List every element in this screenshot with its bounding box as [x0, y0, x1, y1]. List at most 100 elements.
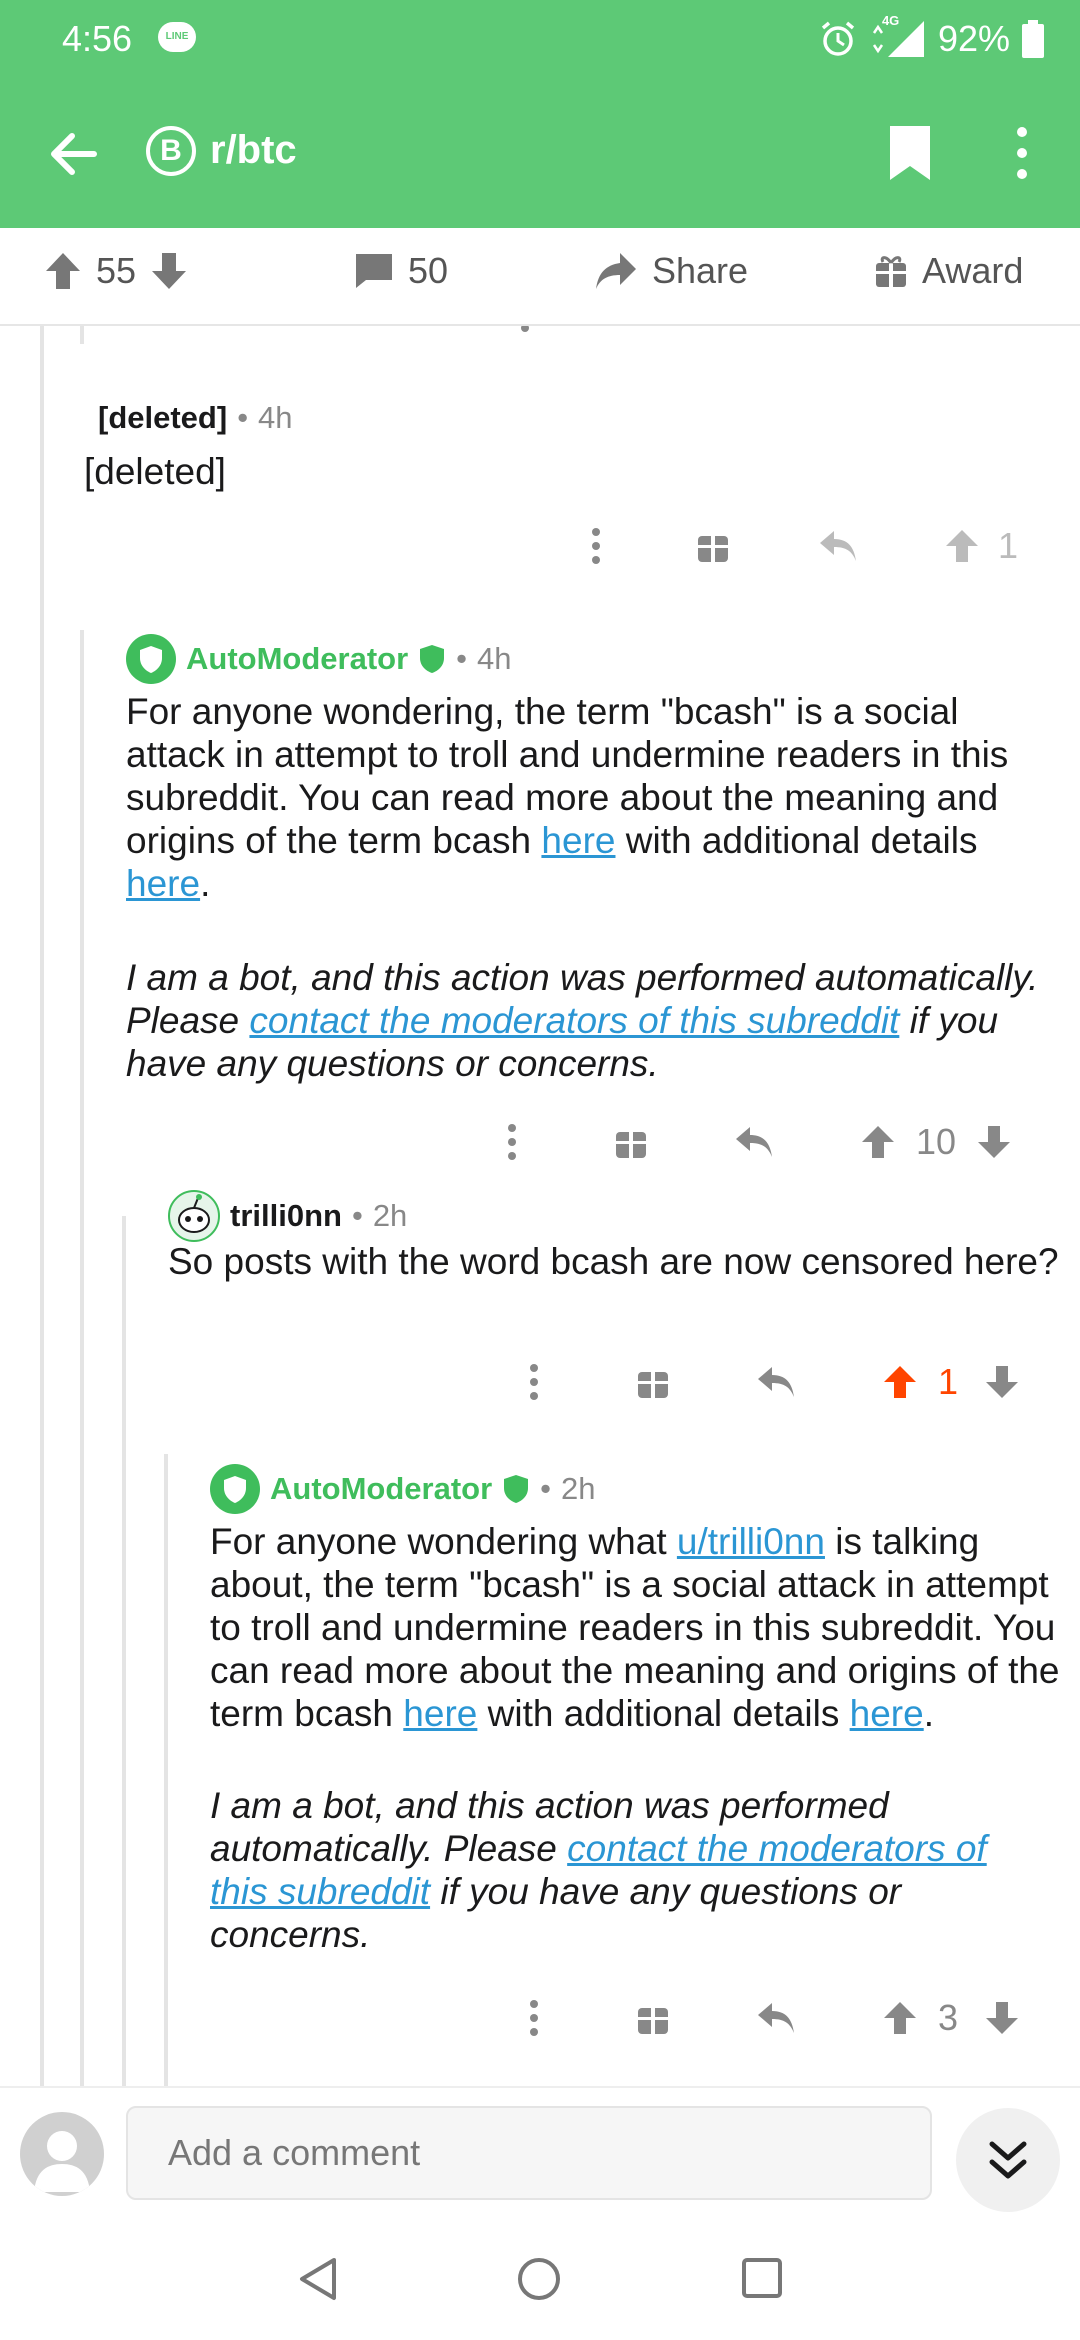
nav-recents-icon[interactable] — [740, 2256, 784, 2300]
upvote-arrow-icon[interactable] — [882, 2000, 918, 2036]
comments-button[interactable]: 50 — [354, 250, 448, 292]
more-options-icon[interactable] — [586, 524, 606, 568]
meta-separator: • — [351, 1198, 363, 1233]
body-text: . — [200, 863, 211, 904]
comment-score: 10 — [916, 1121, 957, 1162]
default-avatar-icon — [34, 2131, 90, 2192]
reply-icon[interactable] — [734, 1125, 774, 1159]
downvote-arrow-icon[interactable] — [984, 1364, 1020, 1400]
inline-link[interactable]: here — [541, 820, 615, 861]
comment-score: 1 — [938, 1361, 959, 1402]
comment-thread: [deleted] • 4h [deleted] 1 AutoModerator… — [0, 326, 1080, 2086]
comment-author[interactable]: [deleted] — [98, 400, 227, 436]
gift-icon[interactable] — [636, 1364, 670, 1400]
downvote-arrow-icon[interactable] — [976, 1124, 1012, 1160]
bot-disclaimer: I am a bot, and this action was performe… — [126, 956, 1056, 1085]
subreddit-name[interactable]: r/btc — [210, 128, 297, 173]
comment-meta: trilli0nn • 2h — [168, 1190, 407, 1242]
back-arrow-icon[interactable] — [44, 124, 104, 184]
comment-time: 4h — [258, 400, 293, 435]
body-text: with additional details — [477, 1693, 850, 1734]
gift-icon[interactable] — [696, 528, 730, 564]
next-comment-button[interactable] — [956, 2108, 1060, 2212]
contact-moderators-link[interactable]: contact the moderators of this subreddit — [249, 1000, 899, 1041]
gift-icon[interactable] — [636, 2000, 670, 2036]
comment-action-bar: 10 — [502, 1120, 1012, 1164]
share-button[interactable]: Share — [594, 250, 748, 292]
upvote-arrow-icon[interactable] — [44, 251, 82, 291]
post-vote-count: 55 — [96, 250, 137, 291]
prev-comment-actions — [520, 326, 530, 336]
inline-link[interactable]: here — [126, 863, 200, 904]
alarm-icon — [821, 21, 855, 56]
award-button[interactable]: Award — [874, 250, 1023, 292]
comment-body: [deleted] — [84, 451, 226, 492]
reply-icon[interactable] — [818, 529, 858, 563]
add-comment-bar: Add a comment — [0, 2086, 1080, 2218]
battery-percent: 92% — [937, 18, 1010, 59]
signal-icon: 4G — [870, 13, 926, 59]
user-mention-link[interactable]: u/trilli0nn — [677, 1521, 825, 1562]
more-options-icon[interactable] — [524, 1996, 544, 2040]
comment-body: For anyone wondering what u/trilli0nn is… — [210, 1520, 1070, 1735]
comment-action-bar: 3 — [524, 1996, 1020, 2040]
downvote-arrow-icon[interactable] — [150, 251, 188, 291]
comment-time: 4h — [477, 641, 512, 676]
body-text: For anyone wondering what — [210, 1521, 677, 1562]
network-label: 4G — [881, 13, 900, 28]
moderator-shield-icon — [420, 645, 445, 673]
comments-count: 50 — [408, 250, 449, 291]
bookmark-icon[interactable] — [886, 124, 934, 182]
reply-icon[interactable] — [756, 2001, 796, 2035]
double-chevron-down-icon — [989, 2141, 1027, 2179]
gift-icon[interactable] — [614, 1124, 648, 1160]
bot-disclaimer: I am a bot, and this action was performe… — [210, 1784, 1000, 1956]
user-avatar-icon[interactable] — [168, 1190, 220, 1242]
nav-back-icon[interactable] — [296, 2256, 342, 2302]
user-avatar[interactable] — [20, 2112, 104, 2196]
subreddit-icon[interactable]: B — [146, 126, 196, 176]
reply-icon[interactable] — [756, 1365, 796, 1399]
comment-action-bar: 1 — [524, 1360, 1020, 1404]
more-options-icon[interactable] — [502, 1120, 522, 1164]
downvote-arrow-icon[interactable] — [984, 2000, 1020, 2036]
status-time: 4:56 — [62, 18, 133, 59]
comment-score: 3 — [938, 1997, 959, 2038]
comment-time: 2h — [372, 1198, 408, 1233]
thread-line — [80, 326, 84, 344]
nav-home-icon[interactable] — [516, 2256, 562, 2302]
more-options-icon[interactable] — [1000, 124, 1044, 182]
inline-link[interactable]: here — [850, 1693, 924, 1734]
gift-icon — [876, 256, 906, 287]
comment-meta: AutoModerator • 2h — [210, 1464, 596, 1514]
share-label: Share — [652, 250, 749, 291]
automod-avatar-icon[interactable] — [126, 634, 176, 684]
comment-body: So posts with the word bcash are now cen… — [168, 1241, 1059, 1282]
body-text: . — [923, 1693, 934, 1734]
comment-author[interactable]: AutoModerator — [270, 1471, 492, 1507]
comment-author[interactable]: AutoModerator — [186, 641, 408, 677]
thread-line — [40, 326, 44, 2086]
share-arrow-icon — [596, 253, 636, 289]
moderator-shield-icon — [504, 1475, 529, 1503]
comment-author[interactable]: trilli0nn — [230, 1198, 342, 1234]
thread-line — [80, 630, 84, 2086]
body-text: with additional details — [615, 820, 978, 861]
more-options-icon[interactable] — [520, 326, 530, 336]
status-bar: 4:56 LINE 4G 92% — [0, 0, 1080, 80]
automod-avatar-icon[interactable] — [210, 1464, 260, 1514]
more-options-icon[interactable] — [524, 1360, 544, 1404]
comment-time: 2h — [561, 1471, 596, 1506]
add-comment-input[interactable]: Add a comment — [126, 2106, 932, 2200]
comment-bubble-icon — [356, 254, 392, 288]
meta-separator: • — [456, 641, 468, 676]
comment-body: For anyone wondering, the term "bcash" i… — [126, 690, 1046, 905]
post-action-bar: 55 50 Share Award — [0, 228, 1080, 326]
upvote-arrow-icon-active[interactable] — [882, 1364, 918, 1400]
meta-separator: • — [237, 400, 249, 435]
status-right: 4G 92% — [818, 13, 1044, 60]
battery-icon — [1022, 20, 1044, 58]
upvote-arrow-icon[interactable] — [944, 528, 980, 564]
upvote-arrow-icon[interactable] — [860, 1124, 896, 1160]
inline-link[interactable]: here — [403, 1693, 477, 1734]
